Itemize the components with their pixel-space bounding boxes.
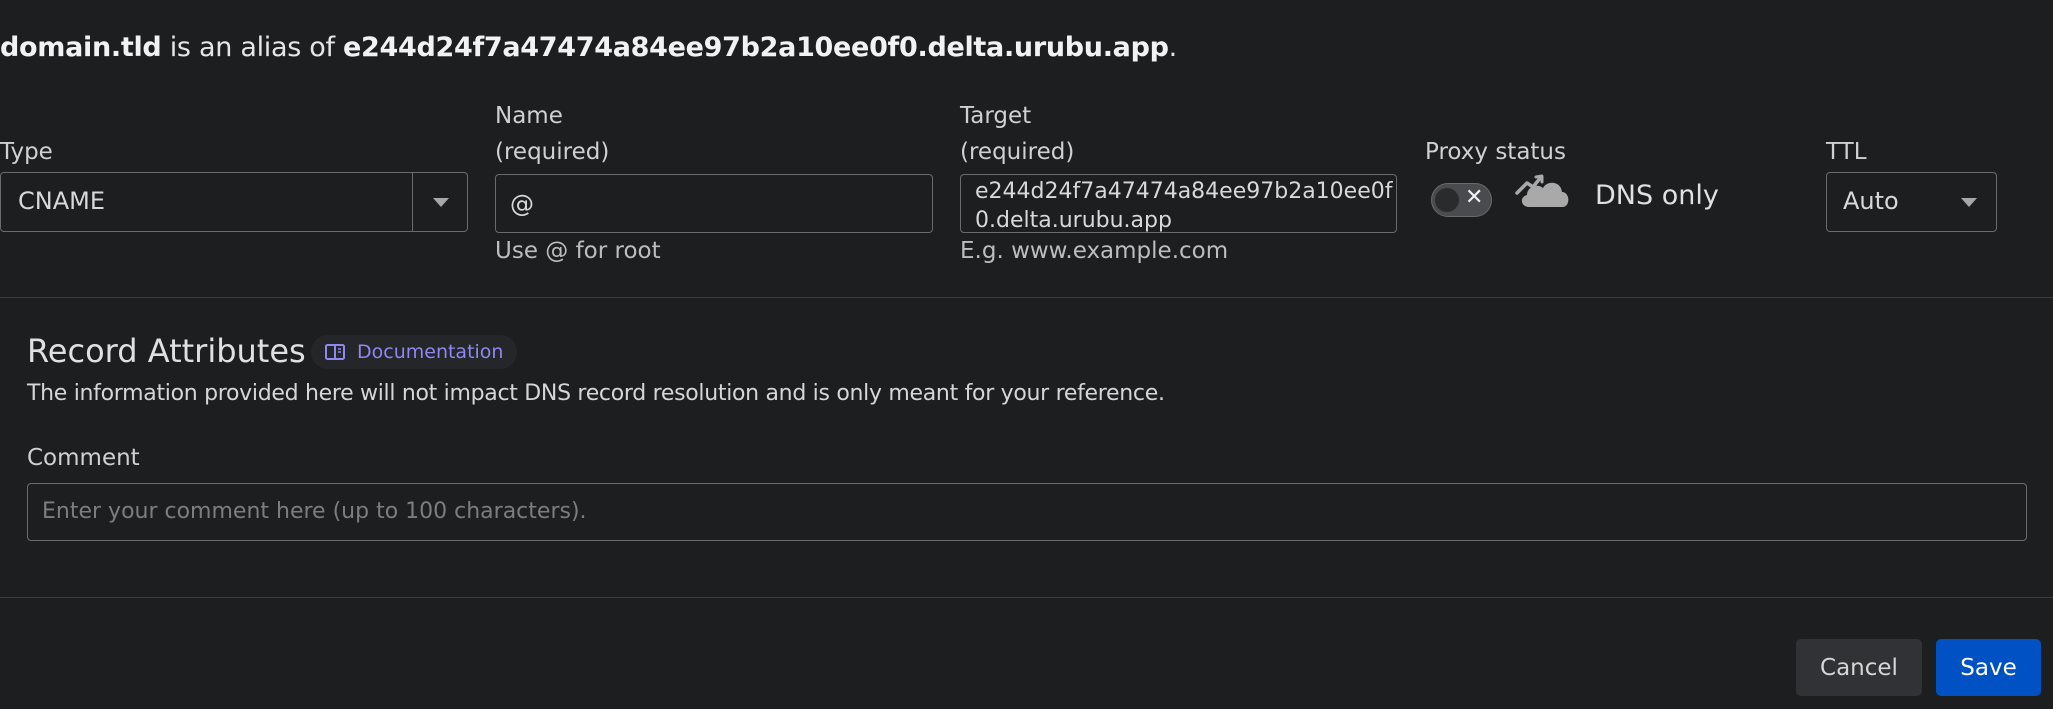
target-label: Target (960, 103, 1032, 129)
name-required: (required) (495, 139, 610, 165)
summary-target: e244d24f7a47474a84ee97b2a10ee0f0.delta.u… (342, 32, 1169, 63)
alias-summary: domain.tld is an alias of e244d24f7a4747… (0, 32, 1177, 63)
proxy-toggle[interactable]: ✕ (1431, 183, 1492, 217)
attributes-description: The information provided here will not i… (27, 381, 1165, 406)
ttl-value: Auto (1843, 187, 1899, 215)
close-icon: ✕ (1465, 185, 1484, 210)
book-icon (325, 344, 345, 360)
type-label: Type (0, 139, 53, 165)
ttl-select[interactable]: Auto (1826, 172, 1997, 232)
target-value-line2: 0.delta.urubu.app (975, 208, 1172, 233)
comment-label: Comment (27, 445, 140, 471)
section-divider (0, 297, 2053, 298)
summary-domain: domain.tld (0, 32, 162, 63)
footer-divider (0, 597, 2053, 598)
documentation-link[interactable]: Documentation (311, 335, 518, 369)
ttl-label: TTL (1826, 139, 1867, 165)
documentation-link-label: Documentation (357, 341, 504, 363)
comment-placeholder: Enter your comment here (up to 100 chara… (42, 499, 587, 524)
cancel-button[interactable]: Cancel (1796, 639, 1922, 696)
summary-end: . (1168, 32, 1178, 63)
attributes-title: Record Attributes (27, 332, 306, 370)
target-value-line1: e244d24f7a47474a84ee97b2a10ee0f (975, 179, 1393, 204)
cloud-icon (1515, 174, 1569, 207)
name-value: @ (510, 190, 534, 218)
proxy-status-text: DNS only (1595, 180, 1719, 211)
type-value: CNAME (18, 187, 105, 215)
target-input[interactable]: e244d24f7a47474a84ee97b2a10ee0f 0.delta.… (960, 174, 1397, 233)
target-required: (required) (960, 139, 1075, 165)
comment-input[interactable]: Enter your comment here (up to 100 chara… (27, 483, 2027, 541)
proxy-status-label: Proxy status (1425, 139, 1566, 165)
name-hint: Use @ for root (495, 238, 661, 264)
target-hint: E.g. www.example.com (960, 238, 1229, 264)
chevron-down-icon (433, 198, 449, 207)
name-input[interactable]: @ (495, 174, 933, 233)
summary-middle: is an alias of (161, 32, 343, 63)
save-button[interactable]: Save (1936, 639, 2041, 696)
target-value: e244d24f7a47474a84ee97b2a10ee0f 0.delta.… (975, 177, 1392, 235)
proxy-toggle-knob (1435, 188, 1459, 212)
type-select-separator (412, 173, 413, 231)
chevron-down-icon (1961, 198, 1977, 207)
type-select[interactable]: CNAME (0, 172, 468, 232)
name-label: Name (495, 103, 563, 129)
